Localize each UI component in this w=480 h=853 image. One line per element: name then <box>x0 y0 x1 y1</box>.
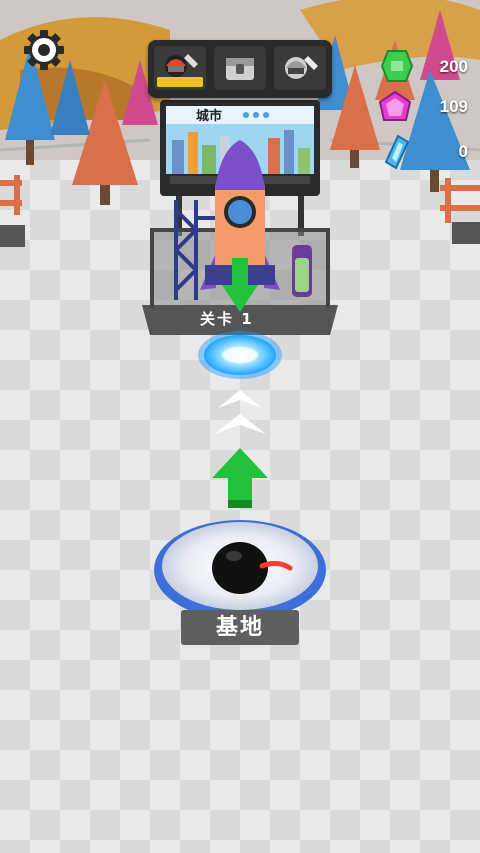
game-world <box>0 0 480 853</box>
side-pedestal-left <box>0 225 25 247</box>
pink-gem-count: 109 <box>439 97 468 116</box>
chest-lock-icon <box>226 58 254 80</box>
tool-slot-wrench-helmet-gray[interactable] <box>274 46 326 90</box>
resource-green-gem: 200 <box>418 51 468 83</box>
pink-gem-icon <box>378 90 412 121</box>
selected-bar <box>157 77 203 87</box>
fuel-tank <box>292 245 312 297</box>
green-gem-count: 200 <box>439 57 468 76</box>
side-pedestal-right <box>452 222 480 244</box>
settings-button[interactable] <box>22 28 66 72</box>
resource-blue-crystal: 0 <box>418 136 468 168</box>
tool-bar <box>148 40 332 98</box>
wrench-helmet-gray-icon <box>285 56 318 79</box>
gear-icon <box>24 30 64 70</box>
resource-pink-gem: 109 <box>418 91 468 123</box>
base-label: 基地 <box>181 610 299 645</box>
level-label: 关卡 1 <box>200 310 254 328</box>
base-pad[interactable] <box>154 520 326 620</box>
tool-slot-wrench-helmet[interactable] <box>154 46 206 90</box>
game-screen: 200 109 0 城市 关卡 1 基地 <box>0 0 480 853</box>
green-gem-icon <box>380 50 414 82</box>
portal-pad[interactable] <box>198 331 282 379</box>
blue-crystal-icon <box>384 134 410 170</box>
blue-crystal-count: 0 <box>458 142 468 161</box>
tool-slot-chest[interactable] <box>214 46 266 90</box>
billboard-title: 城市 <box>196 109 223 124</box>
